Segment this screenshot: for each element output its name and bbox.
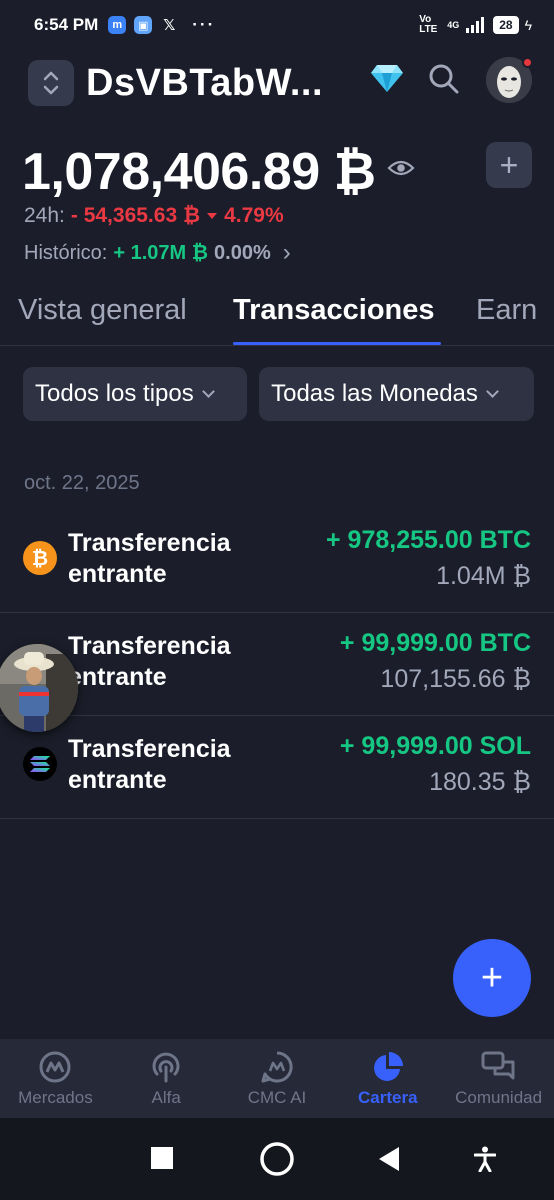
messenger-icon: m (108, 16, 127, 34)
transaction-type: Transferencia (68, 529, 231, 557)
transaction-value: 1.04M ₿ (436, 562, 531, 590)
x-icon: 𝕏 (163, 17, 176, 34)
historic-percent: 0.00% (214, 241, 271, 264)
add-asset-button[interactable]: + (486, 142, 532, 188)
search-icon (429, 64, 459, 94)
filter-types-dropdown[interactable]: Todos los tipos (23, 367, 248, 421)
transaction-title: Transferencia entrante (68, 631, 231, 693)
markets-icon (39, 1051, 71, 1082)
diamond-button[interactable] (370, 63, 404, 98)
status-right: Vo LTE 4G 28 ϟ (419, 15, 532, 35)
transaction-row[interactable]: ₿ Transferencia entrante + 978,255.00 BT… (0, 510, 554, 613)
solana-icon (23, 747, 57, 781)
nav-item-cartera[interactable]: Cartera (332, 1039, 443, 1118)
bitcoin-icon: ₿ (23, 541, 57, 575)
chevron-down-icon (201, 385, 215, 398)
svg-text:₿: ₿ (32, 546, 48, 570)
change-24h-label: 24h: (24, 204, 65, 227)
transaction-type: Transferencia (68, 632, 231, 660)
tab-overview[interactable]: Vista general (18, 294, 187, 327)
historic-row[interactable]: Histórico: + 1.07M ₿ 0.00% › (24, 239, 291, 267)
historic-value: + 1.07M ₿ (113, 241, 209, 264)
wallet-switch-button[interactable] (28, 60, 74, 106)
transaction-amount: + 99,999.00 SOL (339, 732, 531, 760)
transaction-title: Transferencia entrante (68, 734, 231, 796)
filter-types-label: Todos los tipos (35, 380, 194, 407)
change-24h-value: - 54,365.63 ₿ (70, 204, 201, 227)
recents-button[interactable] (150, 1146, 174, 1175)
accessibility-button[interactable] (473, 1146, 497, 1177)
nav-label: CMC AI (247, 1087, 307, 1107)
chevron-down-icon (486, 385, 499, 398)
filters: Todos los tipos Todas las Monedas (23, 367, 534, 421)
toggle-visibility-button[interactable] (387, 158, 416, 183)
nav-item-mercados[interactable]: Mercados (0, 1039, 111, 1118)
filter-coins-dropdown[interactable]: Todas las Monedas (259, 367, 534, 421)
wallet-header: DsVBTabW... (28, 55, 534, 111)
back-button[interactable] (377, 1146, 401, 1177)
historic-label: Histórico: (24, 241, 108, 264)
portfolio-pie-icon (373, 1051, 403, 1081)
system-navigation-bar (0, 1118, 554, 1200)
caret-down-icon (207, 213, 218, 219)
transaction-value: 107,155.66 ₿ (380, 665, 531, 693)
nav-label: Mercados (18, 1087, 93, 1107)
transaction-type: Transferencia (68, 735, 231, 763)
status-time: 6:54 PM (34, 15, 99, 34)
balance-row: 1,078,406.89 ₿ + (22, 140, 532, 204)
transaction-direction: entrante (68, 766, 167, 794)
signal-4g-label: 4G (447, 20, 460, 30)
nav-item-comunidad[interactable]: Comunidad (443, 1039, 554, 1118)
eye-icon (387, 160, 416, 175)
nav-label: Alfa (151, 1087, 181, 1107)
bottom-navigation: Mercados Alfa CMC AI Cartera Comunidad (0, 1039, 554, 1118)
transaction-amount: + 978,255.00 BTC (326, 526, 531, 554)
square-recents-icon (151, 1147, 173, 1169)
search-button[interactable] (428, 63, 460, 100)
chevron-up-down-icon (43, 71, 59, 95)
filter-coins-label: Todas las Monedas (271, 380, 478, 407)
nav-item-cmc-ai[interactable]: CMC AI (222, 1039, 333, 1118)
portfolio-tabs: Vista general Transacciones Earn (0, 290, 554, 346)
home-button[interactable] (259, 1141, 295, 1182)
change-24h-row: 24h: - 54,365.63 ₿ 4.79% (24, 204, 284, 228)
tab-transactions[interactable]: Transacciones (233, 294, 435, 327)
chevron-right-icon: › (282, 239, 291, 266)
cmc-ai-chat-icon (261, 1050, 293, 1082)
nav-label: Comunidad (455, 1087, 543, 1107)
status-bar: 6:54 PM m ▣ 𝕏 ··· Vo LTE 4G 28 ϟ (0, 0, 554, 50)
more-notifications-icon: ··· (192, 15, 216, 34)
transaction-title: Transferencia entrante (68, 528, 231, 590)
add-transaction-button[interactable]: + (453, 939, 531, 1017)
signal-icon (466, 17, 485, 33)
total-balance: 1,078,406.89 ₿ (22, 143, 376, 201)
nav-label: Cartera (358, 1087, 418, 1107)
diamond-icon (371, 65, 403, 92)
nav-item-alfa[interactable]: Alfa (111, 1039, 222, 1118)
change-24h-percent: 4.79% (224, 204, 284, 227)
notification-dot (522, 57, 533, 68)
charging-icon: ϟ (524, 17, 532, 33)
app-notification-icon: ▣ (134, 16, 153, 34)
transaction-direction: entrante (68, 560, 167, 588)
tab-earn[interactable]: Earn (476, 294, 537, 327)
alpha-broadcast-icon (152, 1052, 180, 1082)
transaction-direction: entrante (68, 663, 167, 691)
active-tab-indicator (233, 342, 441, 345)
transaction-row[interactable]: ₿ Transferencia entrante + 99,999.00 BTC… (0, 613, 554, 716)
circle-home-icon (260, 1142, 294, 1176)
accessibility-icon (473, 1146, 497, 1173)
wallet-name[interactable]: DsVBTabW... (86, 62, 323, 105)
date-header: oct. 22, 2025 (24, 472, 140, 494)
transaction-amount: + 99,999.00 BTC (339, 629, 531, 657)
transaction-row[interactable]: Transferencia entrante + 99,999.00 SOL 1… (0, 716, 554, 819)
triangle-back-icon (379, 1147, 399, 1171)
transaction-value: 180.35 ₿ (429, 768, 531, 796)
volte-label: Vo LTE (419, 14, 438, 35)
community-chat-icon (481, 1051, 515, 1079)
battery-indicator: 28 (493, 16, 519, 34)
